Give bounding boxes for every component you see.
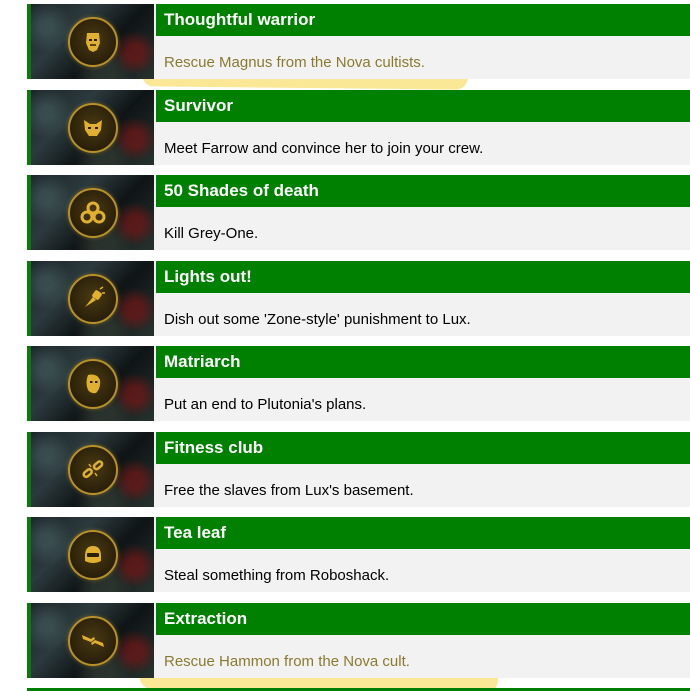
achievement-title: Extraction [156, 602, 690, 635]
achievement-thumbnail [27, 89, 154, 165]
achievement-title: Tea leaf [156, 517, 690, 549]
broken-chain-icon [68, 444, 118, 495]
achievement-title: Matriarch [156, 346, 690, 378]
achievement-description: Rescue Magnus from the Nova cultists. [164, 54, 425, 71]
achievement-title: Survivor [156, 89, 690, 122]
achievement-row: Extraction Rescue Hammon from the Nova c… [27, 602, 690, 678]
achievement-row: Lights out! Dish out some 'Zone-style' p… [27, 260, 690, 336]
achievement-description: Put an end to Plutonia's plans. [164, 396, 367, 413]
achievement-thumbnail [27, 175, 154, 250]
triple-circles-icon [68, 188, 118, 238]
achievement-row: Survivor Meet Farrow and convince her to… [27, 89, 690, 165]
achievement-row: Tea leaf Steal something from Roboshack. [27, 517, 690, 592]
achievement-description: Steal something from Roboshack. [164, 567, 390, 584]
punch-icon [68, 273, 118, 324]
achievements-page: Thoughtful warrior Rescue Magnus from th… [0, 0, 690, 691]
achievement-thumbnail [27, 517, 154, 592]
hands-icon [68, 615, 118, 666]
achievement-row: Thoughtful warrior Rescue Magnus from th… [27, 4, 690, 79]
face-icon [68, 359, 118, 409]
achievement-title: 50 Shades of death [156, 175, 690, 207]
achievement-thumbnail [27, 602, 154, 678]
achievement-list: Thoughtful warrior Rescue Magnus from th… [27, 4, 690, 688]
achievement-description: Rescue Hammon from the Nova cult. [164, 652, 410, 670]
achievement-description: Kill Grey-One. [164, 225, 259, 242]
achievement-thumbnail [27, 4, 154, 79]
achievement-description: Dish out some 'Zone-style' punishment to… [164, 310, 471, 328]
achievement-title: Thoughtful warrior [156, 4, 690, 36]
helmet-icon [68, 530, 118, 580]
achievement-row: Fitness club Free the slaves from Lux's … [27, 431, 690, 507]
achievement-title: Fitness club [156, 431, 690, 464]
mask-icon [68, 17, 118, 67]
achievement-title: Lights out! [156, 260, 690, 293]
achievement-description: Free the slaves from Lux's basement. [164, 481, 414, 499]
achievement-thumbnail [27, 431, 154, 507]
cat-head-icon [68, 102, 118, 153]
achievement-description: Meet Farrow and convince her to join you… [164, 139, 484, 157]
achievement-thumbnail [27, 346, 154, 421]
achievement-row: Matriarch Put an end to Plutonia's plans… [27, 346, 690, 421]
achievement-row: 50 Shades of death Kill Grey-One. [27, 175, 690, 250]
achievement-thumbnail [27, 260, 154, 336]
